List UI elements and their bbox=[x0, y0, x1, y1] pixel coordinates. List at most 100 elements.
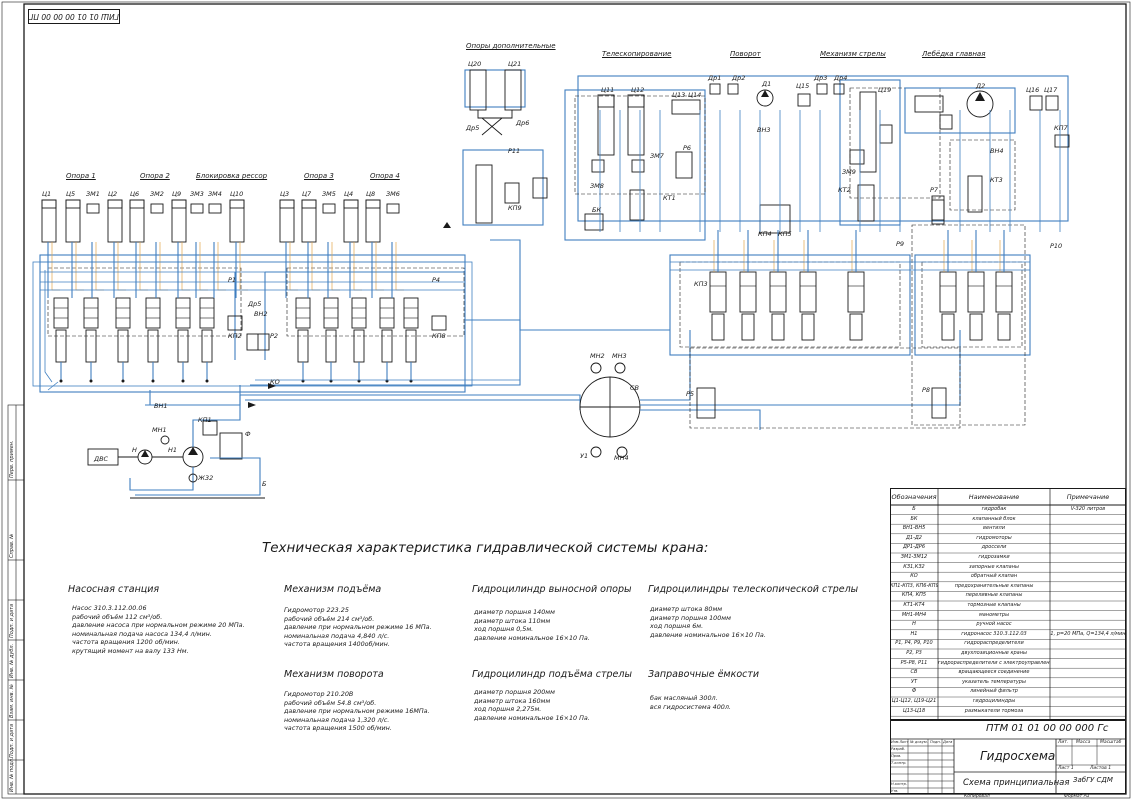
cylinder-label: Ц5 bbox=[66, 190, 75, 198]
component-label: Р5 bbox=[686, 390, 694, 398]
tech-line: ход поршня 2,275м. bbox=[474, 705, 542, 714]
spec-cell-name: переливные клапаны bbox=[965, 592, 1023, 599]
valve-section bbox=[403, 297, 419, 329]
spec-cell-name: вентили bbox=[983, 525, 1005, 532]
tech-section-title: Механизм поворота bbox=[284, 669, 384, 680]
distributor-spool bbox=[711, 313, 725, 341]
component-label: МН1 bbox=[152, 426, 167, 434]
cylinder-symbol bbox=[65, 199, 81, 243]
tech-section-title: Заправочные ёмкости bbox=[648, 669, 760, 680]
spec-cell-name: запорные клапаны bbox=[969, 563, 1019, 570]
component-label: Ц21 bbox=[508, 60, 521, 68]
component-label: БК bbox=[592, 206, 601, 214]
spec-cell-designation: ВН1-ВН5 bbox=[902, 525, 926, 532]
tech-section-title: Гидроцилиндр выносной опоры bbox=[472, 584, 632, 595]
valve-section bbox=[175, 297, 191, 329]
tech-line: диаметр поршня 200мм bbox=[474, 688, 555, 696]
valve-spool bbox=[117, 329, 129, 363]
tech-line: рабочий объём 54.8 см³/об. bbox=[284, 698, 377, 707]
tech-section-title: Гидроцилиндр подъёма стрелы bbox=[472, 669, 632, 680]
valve-section bbox=[83, 297, 99, 329]
tech-line: Гидромотор 223.25 bbox=[284, 606, 349, 614]
spec-cell-designation: УТ bbox=[910, 678, 918, 685]
cylinder-head bbox=[65, 199, 81, 209]
margin-label: Подп. и дата bbox=[9, 603, 15, 638]
component-label: Ф bbox=[245, 430, 251, 438]
component-label: Д1 bbox=[761, 80, 771, 88]
spec-row: КЗ1,КЗ2 запорные клапаны bbox=[890, 563, 1126, 572]
tech-section-lines: Насос 310.3.112.00.06 рабочий объём 112 … bbox=[72, 604, 245, 656]
spec-cell-designation: Н bbox=[912, 621, 916, 628]
tech-line: давление номинальное 16×10 Па. bbox=[474, 713, 590, 722]
spec-cell-name: гидрозамки bbox=[978, 554, 1010, 560]
tech-line: диаметр поршня 100мм bbox=[650, 613, 731, 622]
row-label: Утв. bbox=[891, 789, 899, 793]
row-label: № докум. bbox=[910, 740, 928, 744]
component-label: Н1 bbox=[168, 446, 177, 454]
valve-section bbox=[199, 297, 215, 329]
spec-header-note: Примечание bbox=[1066, 492, 1110, 501]
cylinder-label: Ц6 bbox=[130, 190, 139, 198]
cylinder-symbol bbox=[107, 199, 123, 243]
spec-row: Н1 гидронасос 310.3.112.03 1, р=20 МПа, Q=… bbox=[890, 630, 1126, 639]
cylinder-symbol bbox=[129, 199, 145, 243]
spec-cell-name: указатель температуры bbox=[962, 678, 1026, 685]
component-label: ЗМ8 bbox=[590, 182, 604, 190]
spec-cell-name: гидромоторы bbox=[976, 534, 1012, 541]
hydrolock-symbol bbox=[86, 203, 100, 214]
row-label: Дата bbox=[943, 740, 953, 744]
component-label: Н bbox=[132, 446, 137, 454]
spec-cell-name: двухпозиционные краны bbox=[961, 650, 1027, 656]
pilot-line bbox=[181, 242, 190, 291]
pilot-line bbox=[331, 242, 340, 291]
spec-row: БК клапанный блок bbox=[890, 515, 1126, 524]
spec-cell-designation: КП1-КП3, КП6-КП9 bbox=[890, 582, 938, 589]
spec-cell-name: обратный клапан bbox=[970, 573, 1018, 580]
spec-row: Ц13-Ц18 размыкатели тормоза bbox=[890, 707, 1126, 716]
pilot-line bbox=[95, 242, 104, 291]
spec-cell-name: гидронасос 310.3.112.03 bbox=[961, 630, 1027, 637]
component-label: Р4 bbox=[432, 276, 440, 284]
spec-cell-note: 1, р=20 МПа, Q=134,4 л/мин bbox=[1050, 630, 1126, 637]
component-label: Др5 bbox=[465, 124, 479, 132]
sheet-number: Лист 1 bbox=[1058, 766, 1074, 771]
hydrolock-symbol bbox=[208, 203, 222, 214]
spec-cell-designation: Ц1-Ц12, Ц19-Ц21 bbox=[891, 698, 937, 704]
component-label: Ц16 bbox=[1026, 86, 1039, 94]
margin-label: Взам. инв. № bbox=[9, 684, 15, 718]
junction-dot bbox=[59, 379, 63, 383]
tech-section-title: Насосная станция bbox=[68, 584, 160, 595]
hydrolock-symbol bbox=[386, 203, 400, 214]
spec-header-name: Наименование bbox=[968, 492, 1020, 501]
component-label: ВН3 bbox=[757, 126, 770, 134]
tech-section-lines: бак масляный 300л. вся гидросистема 400л… bbox=[650, 694, 731, 711]
cylinder-head bbox=[365, 199, 381, 209]
distributor-section bbox=[847, 271, 865, 313]
cylinder-head bbox=[301, 199, 317, 209]
valve-spool bbox=[147, 329, 159, 363]
component-label: КП1 bbox=[198, 416, 212, 424]
cylinder-label: ЗМ4 bbox=[208, 190, 222, 198]
tech-line: рабочий объём 214 см³/об. bbox=[284, 614, 375, 623]
hydrolock-symbol bbox=[150, 203, 164, 214]
component-label: ЗМ7 bbox=[650, 152, 665, 160]
component-label: Ц11 bbox=[601, 86, 614, 94]
spec-cell-name: манометры bbox=[978, 611, 1010, 618]
component-label: КП7 bbox=[1054, 124, 1069, 132]
valve-spool bbox=[55, 329, 67, 363]
spec-cell-designation: КО bbox=[910, 573, 918, 580]
tech-line: крутящий момент на валу 133 Нм. bbox=[72, 646, 189, 655]
component-label: КП9 bbox=[508, 204, 522, 212]
spec-cell-designation: КТ1-КТ4 bbox=[903, 602, 925, 608]
section-suspension-lock: Блокировка рессор bbox=[196, 172, 268, 180]
cylinder-symbol bbox=[41, 199, 57, 243]
junction-dot bbox=[151, 379, 155, 383]
spec-cell-designation: БК bbox=[910, 515, 918, 522]
pilot-line bbox=[75, 242, 84, 291]
valve-section bbox=[323, 297, 339, 329]
component-label: Ц19 bbox=[878, 86, 891, 94]
component-label: Р2 bbox=[270, 332, 278, 340]
component-label: Р11 bbox=[508, 147, 520, 155]
tech-line: давление номинальное 16×10 Па. bbox=[650, 630, 766, 639]
junction-dot bbox=[181, 379, 185, 383]
